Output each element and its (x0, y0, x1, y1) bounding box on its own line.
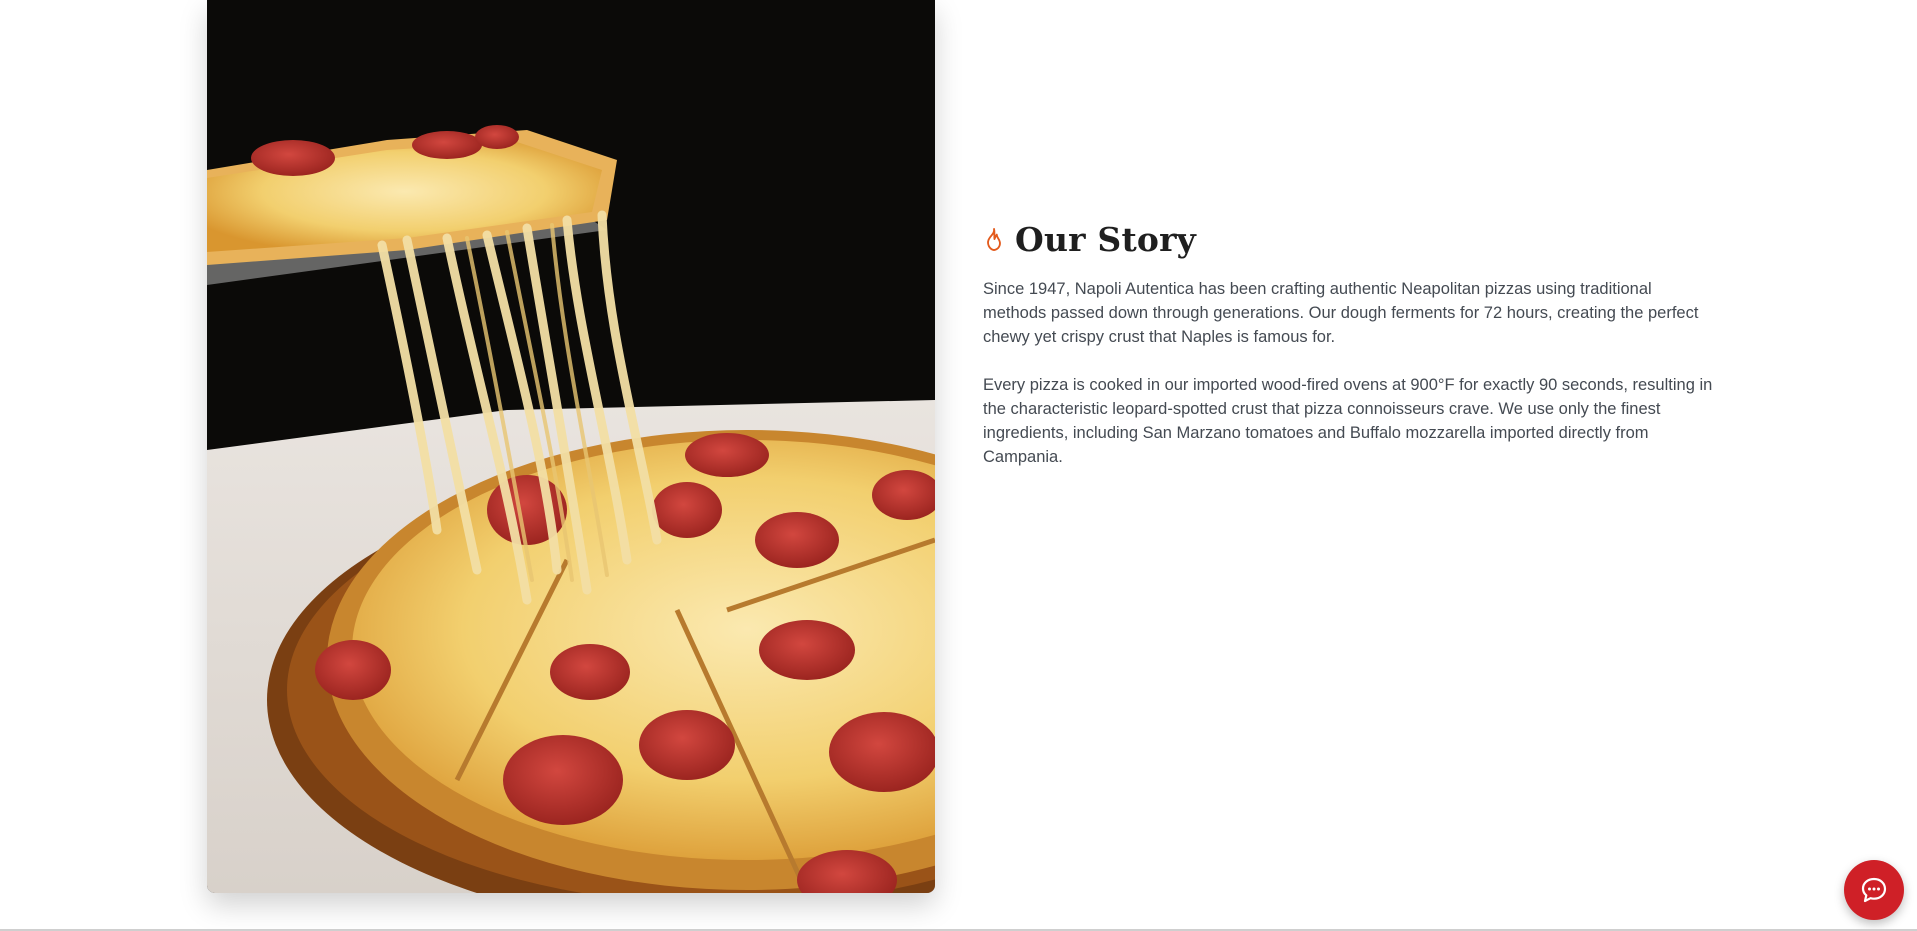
story-paragraph-2: Every pizza is cooked in our imported wo… (983, 376, 1713, 466)
chat-bubble-icon (1861, 877, 1887, 903)
story-paragraph-1: Since 1947, Napoli Autentica has been cr… (983, 280, 1699, 346)
page-title: Our Story (1015, 220, 1197, 259)
story-heading: Our Story (983, 220, 1713, 259)
story-section: Our Story Since 1947, Napoli Autentica h… (983, 220, 1713, 493)
page: Our Story Since 1947, Napoli Autentica h… (0, 0, 1917, 931)
pizza-photo (207, 0, 935, 893)
flame-icon (983, 227, 1005, 253)
chat-button[interactable] (1844, 860, 1904, 920)
